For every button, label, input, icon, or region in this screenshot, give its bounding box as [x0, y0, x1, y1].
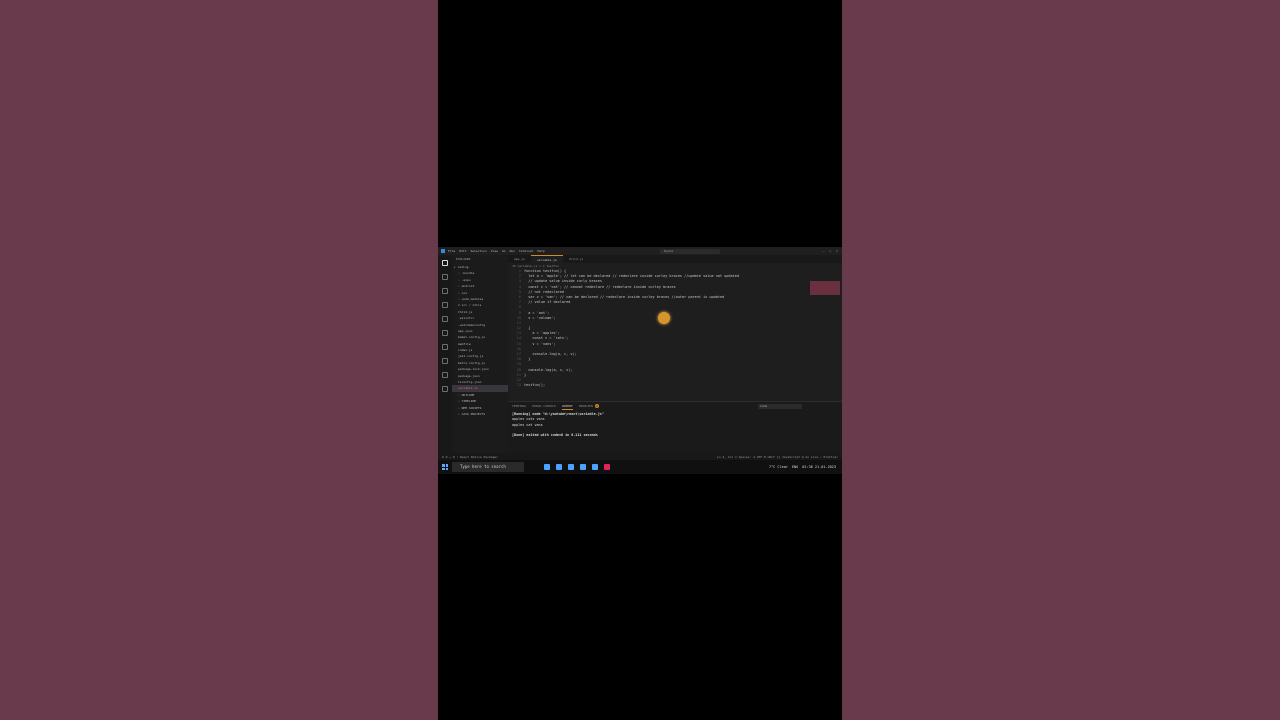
explorer-sidebar: EXPLORER ▸ coding › .bundle › .expo › andro… — [452, 255, 508, 460]
problems-badge: 2 — [595, 404, 599, 408]
problems-label: PROBLEMS — [578, 404, 594, 408]
remote-explorer-icon[interactable] — [442, 330, 448, 336]
code-text: testfun(); — [524, 383, 546, 388]
code-line[interactable]: 23 testfun(); — [508, 383, 842, 388]
tab-app-js[interactable]: App.js — [508, 255, 531, 263]
status-right[interactable]: Ln 2, Col 1 Spaces: 4 UTF-8 CRLF {} Java… — [717, 455, 838, 459]
tree-item[interactable]: › JAVA PROJECTS — [452, 411, 508, 417]
windows-taskbar: Type here to search 7°C Clear ENG 02:36 … — [438, 460, 842, 474]
output-log: [Running] node "d:\youtube\react\variabl… — [508, 412, 842, 438]
file-tree: ▸ coding › .bundle › .expo › android › ios › … — [452, 264, 508, 417]
line-number: 23 — [516, 383, 521, 388]
maximize-button[interactable]: ☐ — [829, 249, 831, 253]
code-text: // value if declared — [524, 300, 571, 305]
docker-icon[interactable] — [442, 358, 448, 364]
code-text: v = 'vans'; — [524, 341, 556, 346]
edge-browser-icon[interactable] — [568, 464, 574, 470]
settings-gear-icon[interactable] — [442, 386, 448, 392]
weather-label[interactable]: 7°C Clear — [769, 465, 788, 469]
vscode-taskbar-icon[interactable] — [592, 464, 598, 470]
taskbar-search-input[interactable]: Type here to search — [452, 462, 524, 472]
status-left[interactable]: ⊗ 0 ⚠ 0 ⚡ React Native Packager — [442, 455, 498, 459]
left-blurred-backdrop — [0, 0, 438, 720]
taskbar-apps — [544, 464, 610, 470]
menu-go[interactable]: Go — [502, 249, 506, 253]
output-channel-select[interactable]: Code — [758, 404, 802, 409]
activity-bar — [438, 255, 452, 460]
command-search-box[interactable]: Rydom — [660, 248, 720, 254]
tab-terminal[interactable]: TERMINAL — [512, 404, 526, 410]
language-label[interactable]: ENG — [792, 465, 798, 469]
clock[interactable]: 02:36 21-01-2023 — [802, 465, 836, 469]
search-icon[interactable] — [442, 274, 448, 280]
system-tray: 7°C Clear ENG 02:36 21-01-2023 — [769, 465, 842, 469]
menu-terminal[interactable]: Terminal — [519, 249, 533, 253]
menu-view[interactable]: View — [491, 249, 498, 253]
close-button[interactable]: ✕ — [836, 249, 838, 253]
vscode-window: File Edit Selection View Go Run Terminal… — [438, 247, 842, 460]
minimize-button[interactable]: — — [823, 249, 825, 253]
app-icon[interactable] — [604, 464, 610, 470]
source-control-icon[interactable] — [442, 288, 448, 294]
menu-edit[interactable]: Edit — [459, 249, 466, 253]
minimap[interactable] — [810, 281, 840, 295]
clock-date: 21-01-2023 — [814, 465, 836, 469]
code-text: } — [524, 357, 531, 362]
menu-run[interactable]: Run — [510, 249, 515, 253]
tab-debug-console[interactable]: DEBUG CONSOLE — [532, 404, 555, 410]
code-text: v = 'volume'; — [524, 315, 556, 320]
editor-tabs: App.js variable.js child.js — [508, 255, 842, 263]
status-bar: ⊗ 0 ⚠ 0 ⚡ React Native Packager Ln 2, Co… — [438, 453, 842, 460]
chrome-icon[interactable] — [580, 464, 586, 470]
menu-file[interactable]: File — [448, 249, 455, 253]
tab-problems[interactable]: PROBLEMS 2 — [579, 404, 599, 410]
tab-output[interactable]: OUTPUT — [561, 404, 573, 410]
menu-selection[interactable]: Selection — [470, 249, 486, 253]
explorer-title: EXPLORER — [456, 257, 471, 261]
right-blurred-backdrop — [842, 0, 1280, 720]
code-text: } — [524, 372, 527, 377]
editor-area: App.js variable.js child.js JS variable.… — [508, 255, 842, 401]
explorer-icon[interactable] — [442, 260, 448, 266]
title-bar: File Edit Selection View Go Run Terminal… — [438, 247, 842, 255]
testing-icon[interactable] — [442, 344, 448, 350]
tab-variable-js[interactable]: variable.js — [530, 255, 563, 263]
account-icon[interactable] — [442, 372, 448, 378]
code-text: console.log(a, c, v); — [524, 352, 577, 356]
menu-bar: File Edit Selection View Go Run Terminal… — [448, 249, 545, 253]
file-explorer-icon[interactable] — [556, 464, 562, 470]
mouse-cursor-highlight — [658, 312, 670, 324]
run-debug-icon[interactable] — [442, 302, 448, 308]
clock-time: 02:36 — [802, 465, 813, 469]
code-editor[interactable]: 1 function testfun() {2 let a = 'apple'; … — [508, 269, 842, 388]
extensions-icon[interactable] — [442, 316, 448, 322]
menu-help[interactable]: Help — [537, 249, 544, 253]
bottom-panel: TERMINAL DEBUG CONSOLE OUTPUT PROBLEMS 2… — [508, 401, 842, 454]
windows-start-icon[interactable] — [442, 464, 448, 470]
task-view-icon[interactable] — [544, 464, 550, 470]
tab-child-js[interactable]: child.js — [563, 255, 589, 263]
vscode-logo-icon — [441, 249, 445, 253]
window-controls: — ☐ ✕ — [823, 249, 838, 253]
output-line: [Done] exited with code=0 in 0.111 secon… — [512, 433, 598, 438]
code-text: console.log(a, c, v); — [524, 367, 573, 372]
